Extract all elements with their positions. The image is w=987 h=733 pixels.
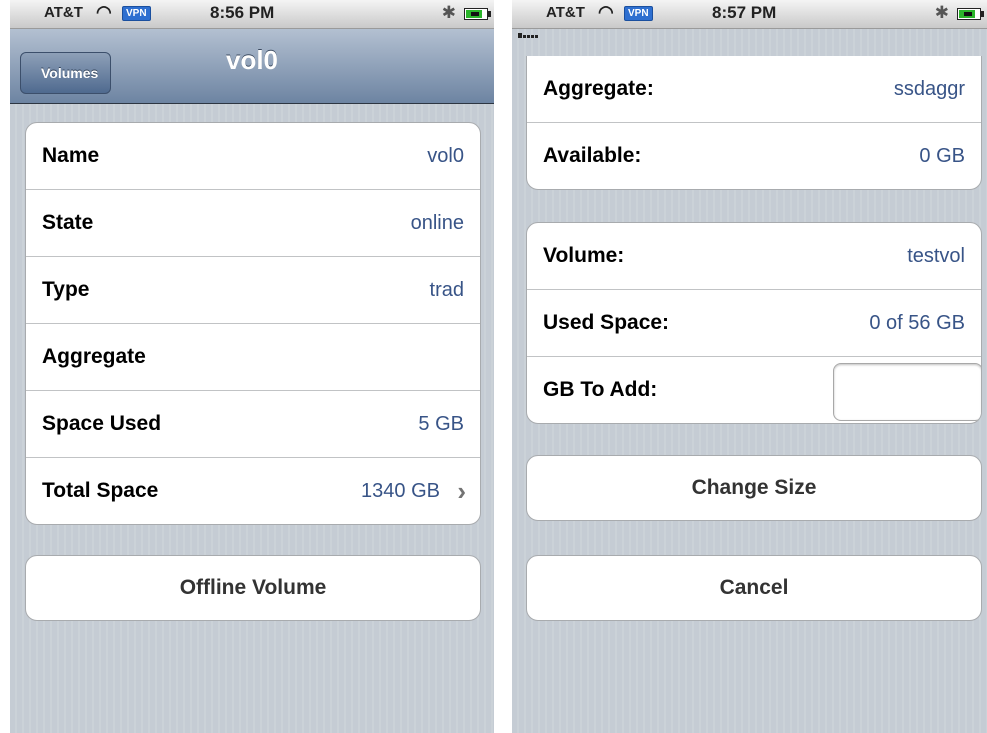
detail-row-space-used: Space Used 5 GB <box>26 391 480 458</box>
row-value: online <box>410 212 464 234</box>
bluetooth-icon: ✱ <box>934 3 949 22</box>
signal-icon <box>518 12 544 38</box>
status-bar: AT&T ◠ VPN 8:56 PM ✱ <box>10 0 494 38</box>
info-row-aggregate: Aggregate: ssdaggr <box>527 56 981 123</box>
row-value: testvol <box>907 245 965 267</box>
row-value: 5 GB <box>418 413 464 435</box>
volume-resize-table: Volume: testvol Used Space: 0 of 56 GB G… <box>526 222 982 424</box>
status-time: 8:56 PM <box>210 3 275 22</box>
detail-row-total-space[interactable]: Total Space 1340 GB › <box>26 458 480 524</box>
row-value: trad <box>429 279 464 301</box>
offline-volume-button[interactable]: Offline Volume <box>25 555 481 621</box>
row-value: ssdaggr <box>893 78 965 100</box>
status-bar: AT&T ◠ VPN 8:57 PM ✱ <box>512 0 987 38</box>
chevron-right-icon: › <box>457 476 466 506</box>
signal-icon <box>16 12 42 38</box>
volume-details-table: Name vol0 State online Type trad Aggrega… <box>25 122 481 525</box>
carrier-label: AT&T <box>44 4 83 21</box>
detail-row-state: State online <box>26 190 480 257</box>
row-label: Name <box>42 144 100 167</box>
row-label: GB To Add: <box>543 378 658 401</box>
wifi-icon: ◠ <box>96 2 112 22</box>
battery-icon <box>464 8 491 20</box>
carrier-label: AT&T <box>546 4 585 21</box>
aggregate-info-table: Aggregate: ssdaggr Available: 0 GB <box>526 56 982 190</box>
row-label: Available: <box>543 144 642 167</box>
row-label: Total Space <box>42 479 159 502</box>
bluetooth-icon: ✱ <box>441 3 456 22</box>
row-label: State <box>42 211 94 234</box>
row-label: Aggregate: <box>543 77 654 100</box>
detail-row-aggregate: Aggregate <box>26 324 480 391</box>
gb-to-add-input[interactable] <box>833 363 981 421</box>
row-label: Volume: <box>543 244 625 267</box>
info-row-available: Available: 0 GB <box>527 123 981 189</box>
row-value: vol0 <box>427 145 464 167</box>
resize-volume-screen: AT&T ◠ VPN 8:57 PM ✱ Aggregate: ssdaggr … <box>512 0 987 733</box>
row-label: Aggregate <box>42 345 146 368</box>
row-value: 0 of 56 GB <box>869 312 965 334</box>
change-size-button[interactable]: Change Size <box>526 455 982 521</box>
row-label: Space Used <box>42 412 162 435</box>
row-label: Type <box>42 278 90 301</box>
vpn-badge: VPN <box>122 6 151 21</box>
row-value: 0 GB <box>919 145 965 167</box>
page-title: vol0 <box>225 45 279 75</box>
volume-detail-screen: AT&T ◠ VPN 8:56 PM ✱ Volumes vol0 Name v… <box>10 0 494 733</box>
info-row-used-space: Used Space: 0 of 56 GB <box>527 290 981 357</box>
wifi-icon: ◠ <box>598 2 614 22</box>
row-label: Used Space: <box>543 311 670 334</box>
row-value: 1340 GB <box>361 480 440 502</box>
battery-icon <box>957 8 984 20</box>
detail-row-type: Type trad <box>26 257 480 324</box>
info-row-volume: Volume: testvol <box>527 223 981 290</box>
status-time: 8:57 PM <box>712 3 777 22</box>
detail-row-name: Name vol0 <box>26 123 480 190</box>
info-row-gb-to-add: GB To Add: <box>527 357 981 423</box>
vpn-badge: VPN <box>624 6 653 21</box>
cancel-button[interactable]: Cancel <box>526 555 982 621</box>
navigation-bar: Volumes vol0 <box>10 29 494 104</box>
